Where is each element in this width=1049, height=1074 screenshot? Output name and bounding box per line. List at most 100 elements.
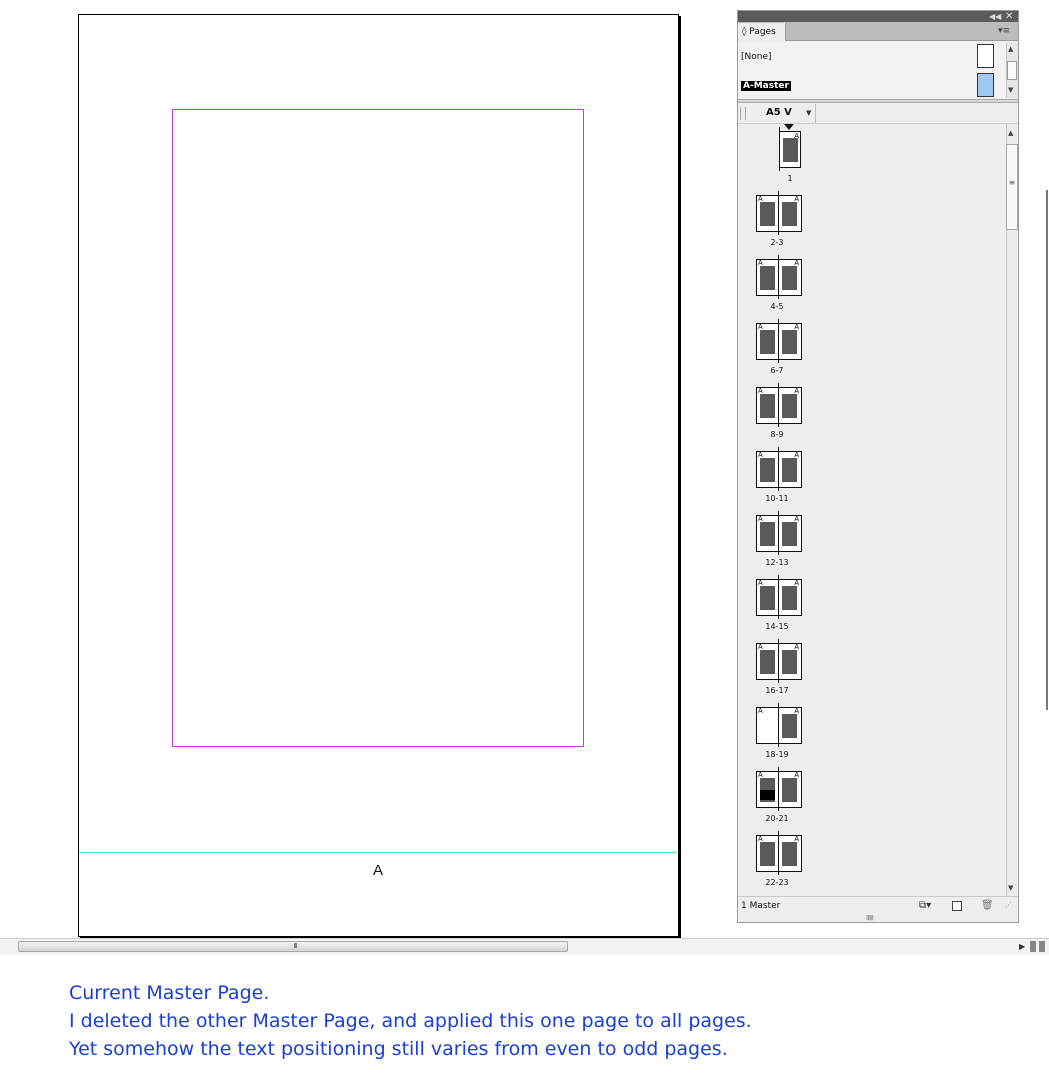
text-frame-preview (760, 266, 775, 290)
page-left[interactable]: A (757, 388, 778, 423)
spread-thumbnail[interactable]: AA (756, 319, 802, 363)
text-frame-preview (760, 650, 775, 674)
master-none-thumbnail[interactable] (977, 44, 994, 68)
text-frame-preview (782, 586, 797, 610)
ruler-guide[interactable] (79, 852, 677, 853)
pages-scroll-thumb[interactable] (1006, 144, 1018, 230)
text-frame-preview (782, 458, 797, 482)
caption-line-3: Yet somehow the text positioning still v… (69, 1038, 728, 1060)
text-frame-preview (782, 714, 797, 738)
page-left[interactable]: A (757, 260, 778, 295)
page-right[interactable]: A (779, 516, 800, 551)
scroll-up-arrow-icon[interactable]: ▲ (1008, 45, 1013, 53)
spread-thumbnail[interactable]: AA (756, 191, 802, 235)
view-toggle-right[interactable] (1039, 941, 1045, 952)
spread-thumbnail[interactable]: AA (756, 767, 802, 811)
caption-line-1: Current Master Page. (69, 982, 270, 1004)
master-none-label[interactable]: [None] (741, 52, 772, 62)
master-a-thumbnail[interactable] (977, 73, 994, 97)
new-page-icon[interactable] (952, 901, 962, 911)
page-right[interactable]: A (779, 388, 800, 423)
text-frame-preview (760, 522, 775, 546)
text-frame-preview (760, 394, 775, 418)
page-number-label[interactable]: 8-9 (747, 430, 807, 439)
page-number-label[interactable]: 6-7 (747, 366, 807, 375)
close-icon[interactable]: ✕ (1005, 11, 1015, 22)
caption-line-2: I deleted the other Master Page, and app… (69, 1010, 752, 1032)
page-right[interactable]: A (779, 580, 800, 615)
page-right[interactable]: A (779, 196, 800, 231)
page-thumbnail[interactable]: A (779, 127, 801, 171)
tab-pages[interactable]: ◊ Pages (738, 23, 786, 41)
trash-icon[interactable]: 🗑 (981, 899, 994, 912)
page-number-label[interactable]: 22-23 (747, 878, 807, 887)
page-number-label[interactable]: 2-3 (747, 238, 807, 247)
page-number-label[interactable]: 10-11 (747, 494, 807, 503)
text-frame-preview (760, 586, 775, 610)
panel-title-bar[interactable] (738, 11, 1018, 22)
scroll-down-arrow-icon[interactable]: ▼ (1008, 884, 1013, 892)
text-frame-preview (782, 330, 797, 354)
spread-thumbnail[interactable]: AA (756, 575, 802, 619)
scroll-down-arrow-icon[interactable]: ▼ (1008, 86, 1013, 94)
page-left[interactable]: A (757, 580, 778, 615)
master-a-label[interactable]: A-Master (741, 81, 791, 91)
page-right[interactable]: A (779, 260, 800, 295)
text-frame-preview (783, 138, 798, 162)
pages-scrollbar[interactable] (1006, 124, 1018, 896)
view-toggle-left[interactable] (1030, 941, 1036, 952)
spread-thumbnail[interactable]: AA (756, 703, 802, 747)
window-edge (1046, 190, 1048, 710)
spread-thumbnail[interactable]: AA (756, 639, 802, 683)
panel-menu-icon[interactable]: ▾≡ (998, 25, 1016, 37)
page-number-label[interactable]: 20-21 (747, 814, 807, 823)
text-frame-preview (760, 202, 775, 226)
image-frame-preview (760, 790, 775, 800)
page-number-label[interactable]: 4-5 (747, 302, 807, 311)
chevron-down-icon: ▼ (806, 109, 812, 117)
scroll-grip-icon: III (293, 942, 297, 950)
page-left[interactable]: A (757, 196, 778, 231)
page-left[interactable]: A (757, 836, 778, 871)
masters-scroll-thumb[interactable] (1007, 61, 1017, 80)
page-number-label[interactable]: 12-13 (747, 558, 807, 567)
page-right[interactable]: A (779, 452, 800, 487)
text-frame-preview (782, 394, 797, 418)
text-frame-preview (782, 202, 797, 226)
page-right[interactable]: A (779, 324, 800, 359)
spread-thumbnail[interactable]: AA (756, 511, 802, 555)
page-number-label[interactable]: 1 (760, 174, 820, 183)
panel-bottom-grip-icon[interactable]: |||||||||| (866, 916, 888, 921)
master-prefix-marker: A (372, 862, 383, 879)
spread-thumbnail[interactable]: AA (756, 255, 802, 299)
double-chevron-left-icon[interactable]: ◀◀ (989, 11, 1001, 22)
page-left[interactable]: A (757, 708, 778, 743)
pages-status: 1 Master (741, 901, 781, 911)
spread-thumbnail[interactable]: AA (756, 447, 802, 491)
page-right[interactable]: A (779, 644, 800, 679)
page-left[interactable]: A (757, 452, 778, 487)
page-number-label[interactable]: 18-19 (747, 750, 807, 759)
spread-thumbnail[interactable]: AA (756, 831, 802, 875)
page-right[interactable]: A (779, 708, 800, 743)
text-frame-preview (760, 842, 775, 866)
edit-page-size-icon[interactable]: ⧉▾ (919, 900, 935, 912)
first-page-marker-icon (784, 124, 794, 130)
page-left[interactable]: A (757, 644, 778, 679)
page-right[interactable]: A (779, 836, 800, 871)
page-number-label[interactable]: 16-17 (747, 686, 807, 695)
page-number-label[interactable]: 14-15 (747, 622, 807, 631)
text-frame-preview (782, 522, 797, 546)
text-frame-preview (760, 714, 775, 738)
page-left[interactable]: A (757, 324, 778, 359)
page-size-value: A5 V (766, 107, 792, 118)
scroll-up-arrow-icon[interactable]: ▲ (1008, 129, 1013, 137)
scroll-right-arrow-icon[interactable]: ▶ (1019, 942, 1027, 952)
margin-guides (172, 109, 584, 747)
resize-grip-icon[interactable]: ⋰ (1005, 901, 1017, 913)
page-left[interactable]: A (757, 772, 778, 807)
spread-thumbnail[interactable]: AA (756, 383, 802, 427)
page-right[interactable]: A (779, 772, 800, 807)
page-left[interactable]: A (757, 516, 778, 551)
scroll-grip-icon: ≡ (1008, 178, 1016, 187)
